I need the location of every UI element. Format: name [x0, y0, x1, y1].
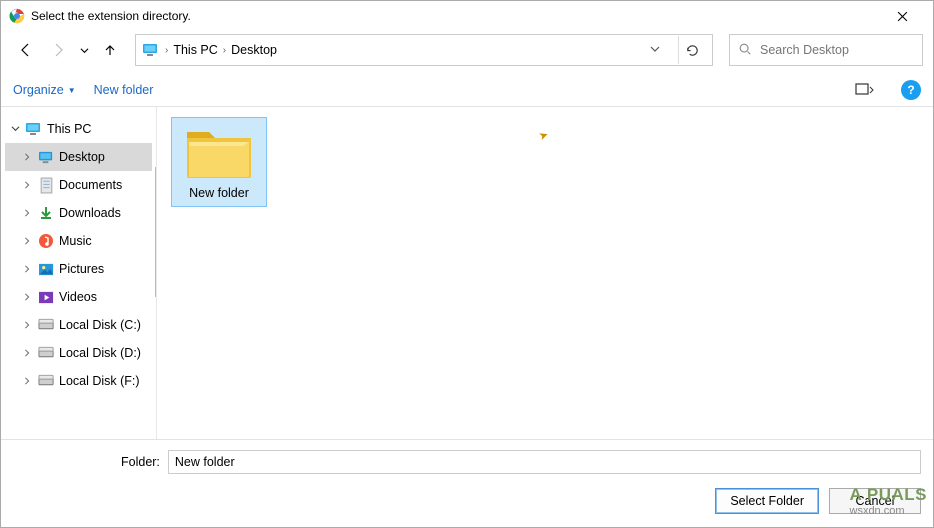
chrome-app-icon [9, 8, 25, 24]
chevron-right-icon[interactable] [21, 377, 33, 385]
tree-item-label: Desktop [59, 150, 105, 164]
recent-locations-dropdown[interactable] [77, 36, 91, 64]
tree-item-disk-c[interactable]: Local Disk (C:) [5, 311, 152, 339]
window-title: Select the extension directory. [31, 9, 879, 23]
folder-field-label: Folder: [121, 455, 160, 469]
tree-item-pictures[interactable]: Pictures [5, 255, 152, 283]
chevron-down-icon: ▼ [68, 86, 76, 95]
disk-icon [37, 316, 55, 334]
tree-item-music[interactable]: Music [5, 227, 152, 255]
search-input[interactable] [758, 42, 914, 58]
tree-item-disk-d[interactable]: Local Disk (D:) [5, 339, 152, 367]
organize-menu[interactable]: Organize ▼ [13, 83, 76, 97]
close-button[interactable] [879, 1, 925, 31]
folder-item-label: New folder [189, 186, 249, 200]
titlebar: Select the extension directory. [1, 1, 933, 31]
music-icon [37, 232, 55, 250]
help-button[interactable]: ? [901, 80, 921, 100]
scrollbar[interactable] [155, 167, 157, 297]
chevron-right-icon[interactable] [21, 265, 33, 273]
tree-root-label: This PC [47, 122, 91, 136]
chevron-right-icon[interactable] [21, 349, 33, 357]
breadcrumb-segment[interactable]: Desktop [227, 43, 281, 57]
tree-item-documents[interactable]: Documents [5, 171, 152, 199]
button-row: Select Folder Cancel [13, 488, 921, 514]
tree-item-label: Documents [59, 178, 122, 192]
cursor-artifact: ➤ [537, 128, 550, 143]
tree-item-label: Pictures [59, 262, 104, 276]
pictures-icon [37, 260, 55, 278]
folder-field[interactable] [168, 450, 921, 474]
body: This PC Desktop Documents Downloads [1, 107, 933, 461]
folder-item[interactable]: New folder [171, 117, 267, 207]
chevron-right-icon[interactable] [21, 209, 33, 217]
nav-tree: This PC Desktop Documents Downloads [1, 107, 157, 461]
back-button[interactable] [13, 36, 39, 64]
command-bar: Organize ▼ New folder ? [1, 74, 933, 107]
tree-item-label: Music [59, 234, 92, 248]
chevron-down-icon[interactable] [9, 124, 21, 133]
desktop-icon [37, 148, 55, 166]
cancel-button[interactable]: Cancel [829, 488, 921, 514]
tree-item-desktop[interactable]: Desktop [5, 143, 152, 171]
tree-item-label: Downloads [59, 206, 121, 220]
disk-icon [37, 344, 55, 362]
tree-item-label: Videos [59, 290, 97, 304]
documents-icon [37, 176, 55, 194]
chevron-right-icon[interactable] [21, 153, 33, 161]
tree-item-label: Local Disk (D:) [59, 346, 141, 360]
monitor-icon [25, 120, 43, 138]
forward-button[interactable] [45, 36, 71, 64]
breadcrumb-root[interactable]: This PC [169, 43, 221, 57]
organize-label: Organize [13, 83, 64, 97]
select-folder-button[interactable]: Select Folder [715, 488, 819, 514]
footer: Folder: Select Folder Cancel [1, 439, 933, 527]
view-mode-button[interactable] [853, 78, 877, 102]
folder-row: Folder: [121, 450, 921, 474]
nav-toolbar: › This PC › Desktop [1, 31, 933, 74]
new-folder-button[interactable]: New folder [94, 83, 154, 97]
tree-item-disk-f[interactable]: Local Disk (F:) [5, 367, 152, 395]
chevron-right-icon[interactable] [21, 321, 33, 329]
videos-icon [37, 288, 55, 306]
search-box[interactable] [729, 34, 923, 66]
chevron-right-icon[interactable] [21, 181, 33, 189]
breadcrumb-dropdown[interactable] [642, 44, 668, 56]
tree-root-this-pc[interactable]: This PC [5, 115, 152, 143]
folder-icon [183, 122, 255, 182]
refresh-button[interactable] [678, 36, 706, 64]
chevron-right-icon[interactable] [21, 237, 33, 245]
downloads-icon [37, 204, 55, 222]
search-icon [738, 42, 752, 59]
file-list[interactable]: New folder ➤ [157, 107, 933, 461]
disk-icon [37, 372, 55, 390]
up-button[interactable] [97, 36, 123, 64]
breadcrumb[interactable]: › This PC › Desktop [135, 34, 713, 66]
tree-item-videos[interactable]: Videos [5, 283, 152, 311]
tree-item-label: Local Disk (F:) [59, 374, 140, 388]
tree-item-label: Local Disk (C:) [59, 318, 141, 332]
chevron-right-icon[interactable] [21, 293, 33, 301]
this-pc-icon [142, 41, 160, 59]
tree-item-downloads[interactable]: Downloads [5, 199, 152, 227]
